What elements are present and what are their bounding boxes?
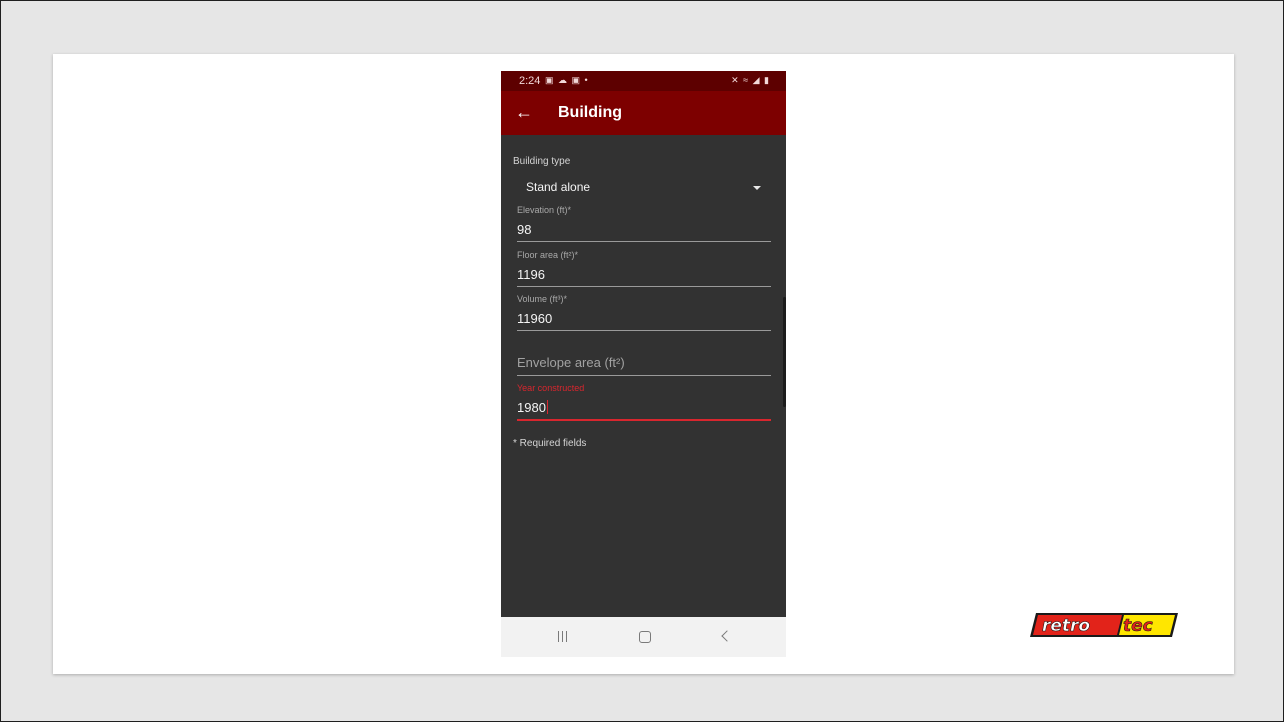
elevation-underline (517, 241, 771, 242)
building-type-value: Stand alone (526, 180, 591, 194)
android-nav-bar (501, 617, 786, 657)
volume-label: Volume (ft³)* (517, 294, 568, 304)
envelope-area-field[interactable]: Envelope area (ft²) (517, 355, 625, 370)
system-status-icons: ✕ ≈ ◢ ▮ (731, 75, 770, 85)
envelope-area-underline (517, 375, 771, 376)
dropdown-caret-icon (753, 186, 761, 190)
volume-field[interactable]: 11960 (517, 311, 552, 326)
nav-back-icon[interactable] (713, 627, 741, 647)
year-constructed-label: Year constructed (517, 383, 585, 393)
home-icon[interactable] (631, 627, 659, 647)
back-arrow-icon[interactable]: ← (515, 102, 533, 122)
notification-icons: ▣ ☁ ▣ • (545, 75, 589, 85)
volume-underline (517, 330, 771, 331)
required-fields-note: * Required fields (513, 438, 587, 449)
building-type-label: Building type (513, 156, 571, 167)
page-title: Building (558, 104, 622, 121)
status-bar: 2:24 ▣ ☁ ▣ • ✕ ≈ ◢ ▮ (501, 71, 786, 91)
floor-area-field[interactable]: 1196 (517, 267, 545, 282)
elevation-field[interactable]: 98 (517, 222, 531, 237)
year-constructed-field[interactable]: 1980 (517, 400, 548, 415)
status-time: 2:24 (519, 75, 541, 87)
building-form: Building type Stand alone Elevation (ft)… (501, 135, 786, 617)
text-cursor (546, 400, 548, 414)
floor-area-underline (517, 286, 771, 287)
year-constructed-value: 1980 (517, 400, 546, 415)
building-type-dropdown[interactable]: Stand alone (501, 171, 786, 203)
app-bar: ← Building (501, 91, 786, 135)
recents-icon[interactable] (548, 627, 576, 647)
phone-screenshot: 2:24 ▣ ☁ ▣ • ✕ ≈ ◢ ▮ ← Building Building… (501, 71, 786, 657)
elevation-label: Elevation (ft)* (517, 205, 572, 215)
slide: 2:24 ▣ ☁ ▣ • ✕ ≈ ◢ ▮ ← Building Building… (53, 54, 1234, 674)
year-constructed-underline (517, 419, 771, 421)
logo-text-retro: retro (1042, 616, 1090, 636)
logo-text-tec: tec (1123, 616, 1153, 636)
scrollbar[interactable] (783, 297, 786, 407)
floor-area-label: Floor area (ft²)* (517, 250, 579, 260)
presentation-frame: 2:24 ▣ ☁ ▣ • ✕ ≈ ◢ ▮ ← Building Building… (0, 0, 1284, 722)
retrotec-logo: retro tec (1030, 613, 1178, 637)
